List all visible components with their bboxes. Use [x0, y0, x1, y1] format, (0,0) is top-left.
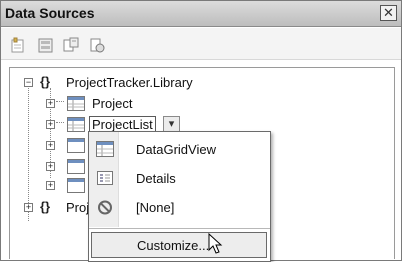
expand-icon[interactable]: + [24, 203, 33, 212]
datagridview-icon [96, 141, 114, 157]
class-icon [67, 117, 85, 132]
window-title: Data Sources [5, 5, 95, 21]
menu-item-customize[interactable]: Customize... [91, 232, 267, 258]
menu-item-datagridview[interactable]: DataGridView [89, 136, 270, 163]
data-sources-window: Data Sources ✕ − {} ProjectTracker.Libra… [0, 0, 402, 262]
control-type-menu: DataGridView Details [None] Customize... [88, 131, 271, 262]
expand-icon[interactable]: + [46, 181, 55, 190]
close-button[interactable]: ✕ [380, 5, 397, 21]
tree-node-label: ProjectTracker.Library [66, 75, 193, 90]
add-new-data-source-icon[interactable] [9, 36, 27, 54]
none-icon [98, 200, 112, 215]
tree-node-namespace[interactable]: − {} ProjectTracker.Library [10, 73, 390, 93]
menu-item-label: DataGridView [136, 142, 216, 157]
menu-item-none[interactable]: [None] [89, 194, 270, 221]
title-bar: Data Sources ✕ [1, 1, 401, 27]
class-icon [67, 96, 85, 111]
edit-dataset-icon[interactable] [37, 36, 55, 54]
class-icon [67, 178, 85, 193]
expand-icon[interactable]: + [46, 99, 55, 108]
tree-node-child[interactable]: + [10, 176, 100, 196]
details-icon [97, 171, 113, 185]
tree-node-label: Project [92, 96, 133, 111]
menu-item-label: Details [136, 171, 176, 186]
menu-item-label: Customize... [137, 238, 210, 253]
class-icon [67, 159, 85, 174]
refresh-icon[interactable] [88, 36, 106, 54]
tree-node-child[interactable]: + [10, 157, 100, 177]
toolbar [1, 28, 401, 60]
class-icon [67, 138, 85, 153]
expand-icon[interactable]: + [46, 120, 55, 129]
tree-node-namespace[interactable]: + {} Proj [10, 198, 100, 218]
namespace-icon: {} [40, 74, 51, 89]
tree-node-project[interactable]: + Project [10, 94, 390, 114]
configure-dataset-icon[interactable] [62, 36, 80, 54]
mouse-cursor-icon [208, 233, 223, 254]
expand-icon[interactable]: + [46, 162, 55, 171]
tree-node-label: Proj [66, 200, 90, 215]
namespace-icon: {} [40, 199, 51, 214]
collapse-icon[interactable]: − [24, 78, 33, 87]
menu-separator [89, 228, 270, 229]
expand-icon[interactable]: + [46, 141, 55, 150]
tree-node-child[interactable]: + [10, 136, 100, 156]
menu-item-label: [None] [136, 200, 175, 215]
menu-item-details[interactable]: Details [89, 165, 270, 192]
